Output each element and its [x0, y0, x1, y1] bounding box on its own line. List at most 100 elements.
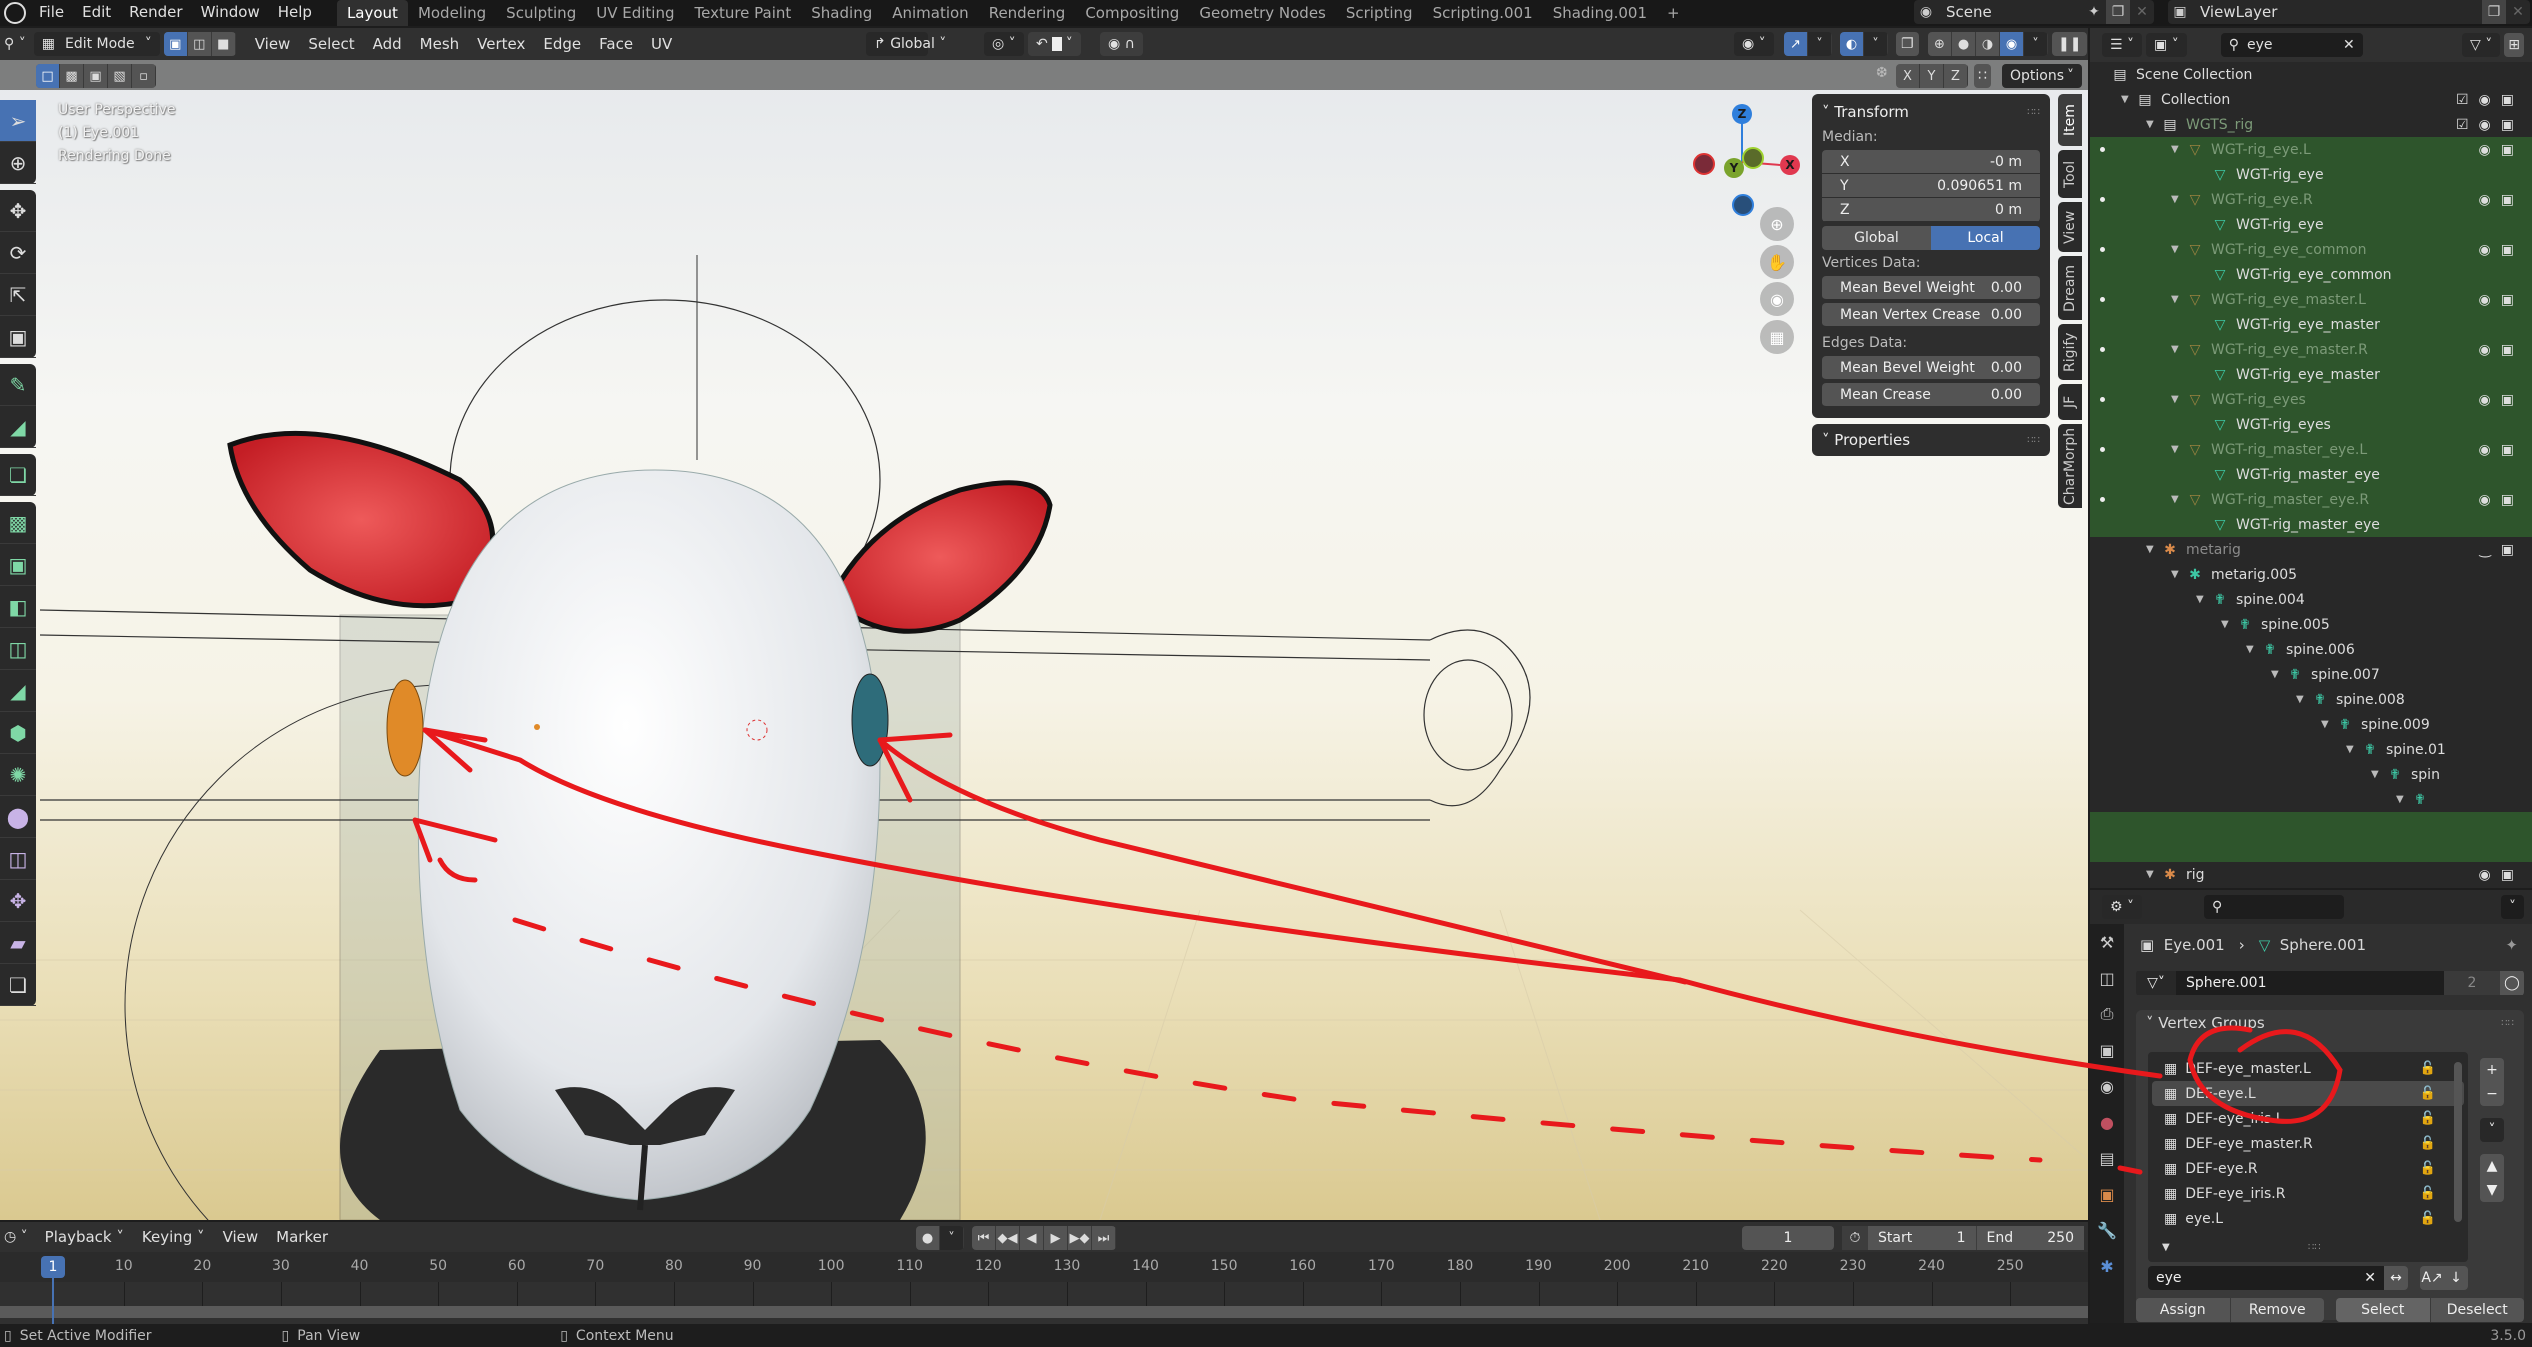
outliner-row[interactable]: ▼ ✟ spine.006 — [2090, 637, 2532, 662]
timeline-scrollbar[interactable] — [0, 1306, 2088, 1318]
overlays-icon[interactable]: ◐ — [1840, 32, 1864, 56]
tab-tool[interactable]: Tool — [2058, 150, 2082, 198]
local-space-button[interactable]: Local — [1931, 226, 2040, 250]
xray-toggle[interactable]: ❐ — [1896, 32, 1919, 56]
zoom-view-icon[interactable]: ⊕ — [1760, 207, 1794, 241]
drag-handle-icon[interactable]: ∷∷ — [2027, 435, 2040, 446]
cursor-tool-icon[interactable]: ⊕ — [0, 142, 36, 184]
outliner-row[interactable]: ▼ ▽ WGT-rig_eye_common ◉ ▣ — [2090, 237, 2532, 262]
gizmo-neg-x-axis[interactable] — [1693, 153, 1715, 175]
outliner-row[interactable]: ▽ WGT-rig_eye_master — [2090, 312, 2532, 337]
menu-marker[interactable]: Marker — [267, 1228, 337, 1246]
outliner-row[interactable]: ▽ WGT-rig_eye — [2090, 212, 2532, 237]
expand-toggle-icon[interactable]: ▼ — [2321, 719, 2335, 730]
add-workspace-button[interactable]: + — [1657, 0, 1690, 26]
output-properties-tab-icon[interactable]: ⎙ — [2090, 996, 2124, 1032]
mean-crease-field[interactable]: Mean Crease 0.00 — [1822, 383, 2040, 407]
gizmo-neg-z-axis[interactable] — [1732, 194, 1754, 216]
expand-toggle-icon[interactable]: ▼ — [2371, 769, 2385, 780]
workspace-tab-modeling[interactable]: Modeling — [408, 0, 496, 26]
expand-toggle-icon[interactable]: ▼ — [2296, 694, 2310, 705]
global-space-button[interactable]: Global — [1822, 226, 1931, 250]
mean-bevel-weight-edge-field[interactable]: Mean Bevel Weight 0.00 — [1822, 356, 2040, 380]
deselect-button[interactable]: Deselect — [2430, 1298, 2524, 1322]
vertex-group-item[interactable]: ▦ DEF-eye_master.L 🔓 — [2152, 1056, 2464, 1081]
knife-tool-icon[interactable]: ◢ — [0, 670, 36, 712]
sort-reverse-icon[interactable]: ↓ — [2444, 1266, 2468, 1290]
expand-toggle-icon[interactable]: ▼ — [2171, 394, 2185, 405]
rotate-tool-icon[interactable]: ⟳ — [0, 232, 36, 274]
chevron-down-icon[interactable]: ˅ — [1808, 32, 1832, 56]
unlock-icon[interactable]: 🔓 — [2420, 1211, 2436, 1226]
tab-view[interactable]: View — [2058, 202, 2082, 252]
rendered-shading-icon[interactable]: ◉ — [2000, 32, 2024, 56]
mesh-browse-button[interactable]: ▽˅ — [2136, 971, 2176, 995]
outliner-row[interactable]: ▼ ✟ spine.005 — [2090, 612, 2532, 637]
menu-render[interactable]: Render — [120, 0, 191, 26]
add-vertex-group-button[interactable]: + — [2480, 1058, 2504, 1082]
move-tool-icon[interactable]: ✥ — [0, 190, 36, 232]
outliner-row[interactable]: ▽ WGT-rig_master_eye — [2090, 462, 2532, 487]
pan-view-icon[interactable]: ✋ — [1760, 245, 1794, 279]
workspace-tab-animation[interactable]: Animation — [882, 0, 978, 26]
gizmo-icon[interactable]: ↗ — [1784, 32, 1808, 56]
current-frame-field[interactable]: 1 — [1742, 1226, 1834, 1250]
scale-tool-icon[interactable]: ⇱ — [0, 274, 36, 316]
vertex-group-item[interactable]: ▦ eye.L 🔓 — [2152, 1206, 2464, 1231]
record-icon[interactable]: ● — [916, 1226, 940, 1250]
solid-shading-icon[interactable]: ● — [1952, 32, 1976, 56]
tool-properties-tab-icon[interactable]: ⚒ — [2090, 924, 2124, 960]
outliner-row[interactable]: ▤ Scene Collection — [2090, 62, 2532, 87]
gizmo-neg-y-axis[interactable] — [1742, 147, 1764, 169]
eye-icon[interactable]: ◉ — [2479, 142, 2491, 158]
specials-menu-button[interactable]: ˅ — [2480, 1118, 2504, 1142]
expand-toggle-icon[interactable]: ▼ — [2146, 544, 2160, 555]
jump-to-start-icon[interactable]: ⏮ — [972, 1226, 996, 1250]
navigation-gizmo[interactable]: Z X Y — [1680, 100, 1800, 216]
expand-toggle-icon[interactable]: ▼ — [2171, 294, 2185, 305]
outliner-row[interactable]: ▼ ▽ WGT-rig_eye_master.R ◉ ▣ — [2090, 337, 2532, 362]
unlock-icon[interactable]: 🔓 — [2420, 1061, 2436, 1076]
remove-button[interactable]: Remove — [2230, 1298, 2324, 1322]
extrude-region-tool-icon[interactable]: ▩ — [0, 502, 36, 544]
menu-edit[interactable]: Edit — [73, 0, 120, 26]
camera-icon[interactable]: ▣ — [2501, 542, 2514, 558]
camera-icon[interactable]: ▣ — [2501, 867, 2514, 883]
transform-tool-icon[interactable]: ▣ — [0, 316, 36, 358]
smooth-tool-icon[interactable]: ⬤ — [0, 796, 36, 838]
expand-toggle-icon[interactable]: ▼ — [2396, 794, 2410, 805]
camera-view-icon[interactable]: ◉ — [1760, 282, 1794, 316]
end-frame-field[interactable]: End 250 — [1976, 1226, 2084, 1250]
pause-render-button[interactable]: ❚❚ — [2052, 32, 2088, 56]
tab-rigify[interactable]: Rigify — [2058, 324, 2082, 380]
menu-view[interactable]: View — [246, 35, 300, 53]
vertex-group-item[interactable]: ▦ DEF-eye_iris.L 🔓 — [2152, 1106, 2464, 1131]
outliner-row[interactable]: ▼ ✱ rig ◉ ▣ — [2090, 862, 2532, 887]
menu-add[interactable]: Add — [364, 35, 411, 53]
camera-icon[interactable]: ▣ — [2501, 117, 2514, 133]
mesh-name-input[interactable]: Sphere.001 — [2176, 971, 2444, 995]
chevron-down-icon[interactable]: ˅ — [940, 1226, 964, 1250]
editor-type-button[interactable]: ⚲ ˅ — [0, 32, 30, 56]
outliner-row[interactable]: ▼ ▽ WGT-rig_eye.L ◉ ▣ — [2090, 137, 2532, 162]
play-reverse-icon[interactable]: ◀ — [1020, 1226, 1044, 1250]
editor-type-button[interactable]: ◷ ˅ — [0, 1225, 32, 1249]
expand-toggle-icon[interactable]: ▼ — [2146, 869, 2160, 880]
visibility-selectability-button[interactable]: ◉ ˅ — [1734, 32, 1774, 56]
menu-window[interactable]: Window — [192, 0, 269, 26]
unlock-icon[interactable]: 🔓 — [2420, 1136, 2436, 1151]
new-view-layer-icon[interactable]: ❐ — [2482, 0, 2506, 24]
properties-search-input[interactable]: ⚲ — [2204, 895, 2345, 919]
select-box-tool-icon[interactable]: ➢ — [0, 100, 36, 142]
invert-filter-icon[interactable]: ↔ — [2384, 1266, 2408, 1290]
transform-panel-header[interactable]: ˅ Transform ∷∷ — [1822, 100, 2040, 124]
edge-slide-tool-icon[interactable]: ◫ — [0, 838, 36, 880]
workspace-tab-shading-001[interactable]: Shading.001 — [1543, 0, 1657, 26]
view-layer-properties-tab-icon[interactable]: ▣ — [2090, 1032, 2124, 1068]
select-button[interactable]: Select — [2336, 1298, 2431, 1322]
scene-selector[interactable]: ◉ Scene ✦ ❐ ✕ — [1914, 0, 2154, 24]
properties-panel-header[interactable]: ˅ Properties ∷∷ — [1822, 428, 2040, 452]
unlock-icon[interactable]: 🔓 — [2420, 1186, 2436, 1201]
eye-icon[interactable]: ◉ — [2479, 442, 2491, 458]
outliner-row[interactable]: ▽ WGT-rig_eyes — [2090, 412, 2532, 437]
